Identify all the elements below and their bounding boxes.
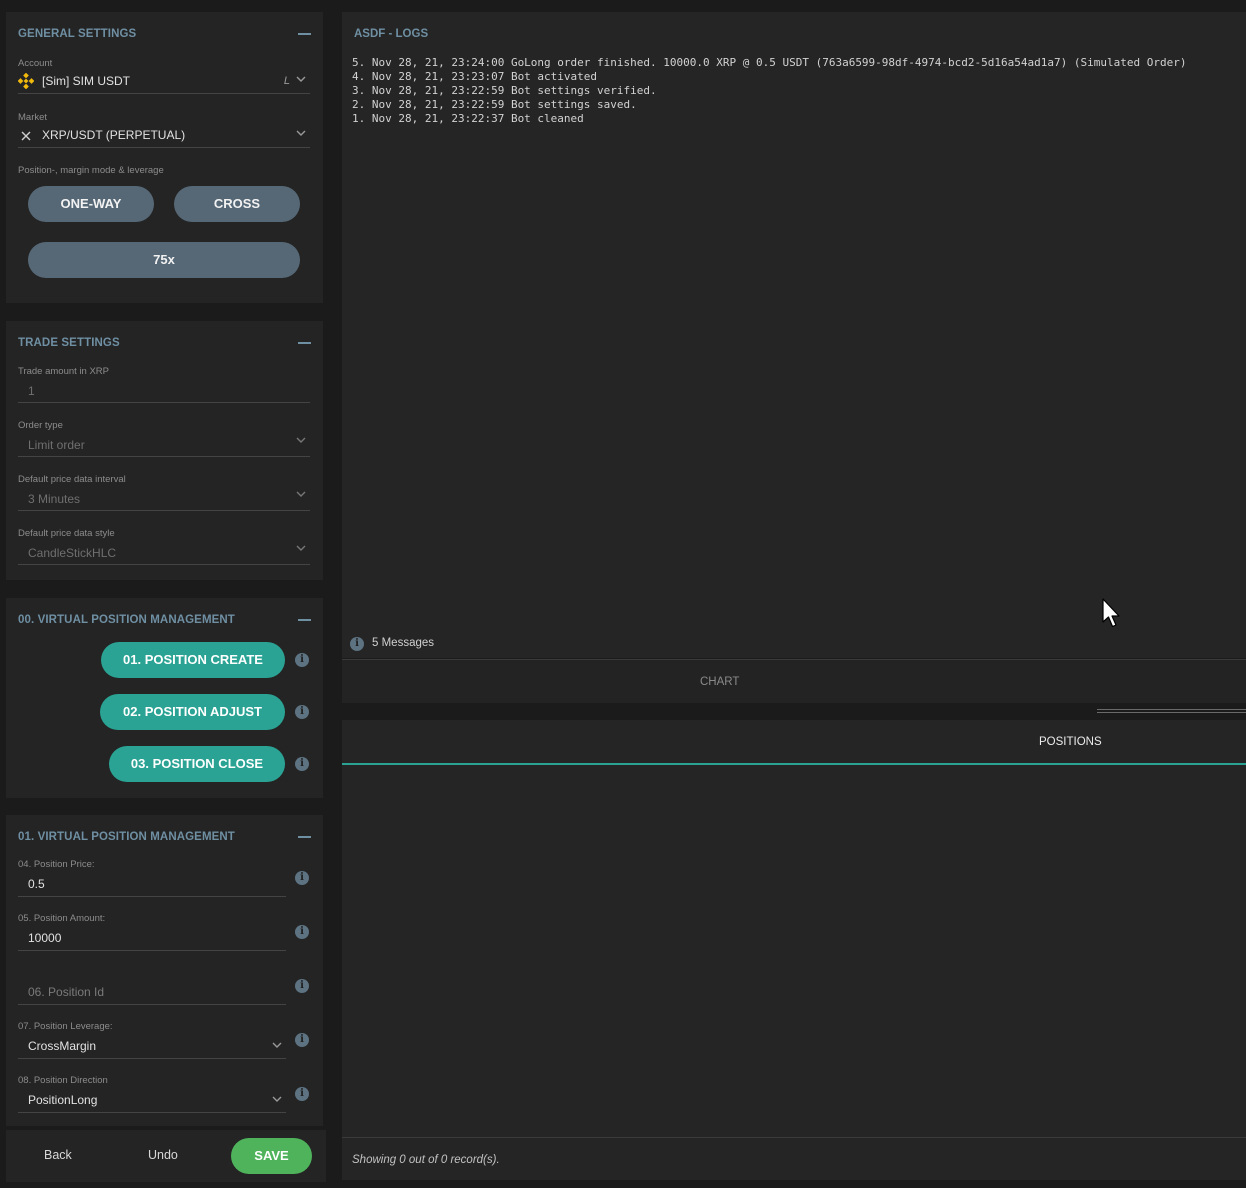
position-direction-label: 08. Position Direction xyxy=(18,1075,108,1086)
info-icon[interactable]: i xyxy=(295,871,309,885)
vpm-00-panel: 00. VIRTUAL POSITION MANAGEMENT 01. POSI… xyxy=(6,598,323,798)
position-direction-value: PositionLong xyxy=(28,1093,98,1107)
minus-icon[interactable] xyxy=(298,342,311,344)
one-way-button[interactable]: ONE-WAY xyxy=(28,186,154,222)
positions-footer: Showing 0 out of 0 record(s). xyxy=(342,1137,1246,1180)
price-style-select[interactable]: Default price data style CandleStickHLC xyxy=(18,528,310,565)
info-icon[interactable]: i xyxy=(295,1087,309,1101)
minus-icon[interactable] xyxy=(298,836,311,838)
position-leverage-value: CrossMargin xyxy=(28,1039,97,1053)
chevron-down-icon[interactable] xyxy=(295,488,307,500)
leverage-button[interactable]: 75x xyxy=(28,242,300,278)
market-label: Market xyxy=(18,112,48,123)
message-count: 5 Messages xyxy=(372,637,435,649)
info-icon: i xyxy=(350,637,364,651)
chart-tab-bar: CHART xyxy=(342,659,1246,703)
position-id-placeholder: 06. Position Id xyxy=(28,985,105,999)
log-line: 5. Nov 28, 21, 23:24:00 GoLong order fin… xyxy=(352,56,1187,69)
binance-logo-icon xyxy=(17,72,35,90)
position-amount-value: 10000 xyxy=(28,931,62,945)
record-count: Showing 0 out of 0 record(s). xyxy=(352,1154,500,1166)
vpm-01-panel: 01. VIRTUAL POSITION MANAGEMENT 04. Posi… xyxy=(6,815,323,1126)
position-price-label: 04. Position Price: xyxy=(18,859,95,870)
position-adjust-button[interactable]: 02. POSITION ADJUST xyxy=(100,694,285,730)
back-button[interactable]: Back xyxy=(44,1148,72,1162)
log-line: 2. Nov 28, 21, 23:22:59 Bot settings sav… xyxy=(352,98,637,111)
order-type-select[interactable]: Order type Limit order xyxy=(18,420,310,457)
order-type-label: Order type xyxy=(18,420,63,431)
chevron-down-icon[interactable] xyxy=(295,542,307,554)
account-select[interactable]: Account [Sim] SIM USDT L xyxy=(17,58,310,94)
tab-chart[interactable]: CHART xyxy=(700,676,739,688)
trade-settings-panel: TRADE SETTINGS Trade amount in XRP 1 Ord… xyxy=(6,321,323,580)
position-id-input[interactable]: 06. Position Id xyxy=(18,967,286,1005)
resize-handle[interactable] xyxy=(1097,709,1246,713)
undo-button[interactable]: Undo xyxy=(148,1148,178,1162)
cross-button[interactable]: CROSS xyxy=(174,186,300,222)
price-interval-value: 3 Minutes xyxy=(28,492,81,506)
general-settings-title: GENERAL SETTINGS xyxy=(18,28,137,40)
market-value: XRP/USDT (PERPETUAL) xyxy=(42,128,186,142)
trade-amount-value: 1 xyxy=(28,384,35,398)
position-amount-label: 05. Position Amount: xyxy=(18,913,106,924)
close-x-icon xyxy=(20,129,32,141)
mouse-pointer-icon xyxy=(1101,598,1121,630)
price-interval-label: Default price data interval xyxy=(18,474,126,485)
save-button[interactable]: SAVE xyxy=(231,1138,312,1174)
position-close-button[interactable]: 03. POSITION CLOSE xyxy=(109,746,285,782)
trade-amount-input[interactable]: Trade amount in XRP 1 xyxy=(18,366,310,403)
positions-panel: POSITIONS Showing 0 out of 0 record(s). xyxy=(342,720,1246,1180)
info-icon[interactable]: i xyxy=(295,979,309,993)
info-icon[interactable]: i xyxy=(295,757,309,771)
action-bar: Back Undo SAVE xyxy=(6,1130,326,1182)
log-line: 1. Nov 28, 21, 23:22:37 Bot cleaned xyxy=(352,112,584,125)
trade-settings-title: TRADE SETTINGS xyxy=(18,337,120,349)
market-select[interactable]: Market XRP/USDT (PERPETUAL) xyxy=(18,112,310,148)
general-settings-panel: GENERAL SETTINGS Account [Sim] SIM USDT … xyxy=(6,12,323,303)
price-interval-select[interactable]: Default price data interval 3 Minutes xyxy=(18,474,310,511)
account-value: [Sim] SIM USDT xyxy=(42,74,131,88)
info-icon[interactable]: i xyxy=(295,1033,309,1047)
tab-positions[interactable]: POSITIONS xyxy=(1039,736,1102,748)
position-leverage-label: 07. Position Leverage: xyxy=(18,1021,113,1032)
position-direction-select[interactable]: 08. Position Direction PositionLong xyxy=(18,1075,286,1113)
chevron-down-icon[interactable] xyxy=(295,434,307,446)
minus-icon[interactable] xyxy=(298,619,311,621)
info-icon[interactable]: i xyxy=(295,653,309,667)
info-icon[interactable]: i xyxy=(295,705,309,719)
position-mode-label: Position-, margin mode & leverage xyxy=(18,165,164,176)
info-icon[interactable]: i xyxy=(295,925,309,939)
price-style-label: Default price data style xyxy=(18,528,115,539)
position-leverage-select[interactable]: 07. Position Leverage: CrossMargin xyxy=(18,1021,286,1059)
log-line: 4. Nov 28, 21, 23:23:07 Bot activated xyxy=(352,70,598,83)
vpm-01-title: 01. VIRTUAL POSITION MANAGEMENT xyxy=(18,831,235,843)
logs-title: ASDF - LOGS xyxy=(354,28,429,40)
chevron-down-icon[interactable] xyxy=(271,1039,283,1051)
position-create-button[interactable]: 01. POSITION CREATE xyxy=(101,642,285,678)
vpm-00-title: 00. VIRTUAL POSITION MANAGEMENT xyxy=(18,614,235,626)
chevron-down-icon[interactable] xyxy=(295,73,307,85)
logs-panel: ASDF - LOGS 5. Nov 28, 21, 23:24:00 GoLo… xyxy=(342,12,1246,658)
minus-icon[interactable] xyxy=(298,33,311,35)
account-label: Account xyxy=(18,58,53,69)
positions-tab-bar: POSITIONS xyxy=(342,720,1246,765)
position-amount-input[interactable]: 05. Position Amount: 10000 xyxy=(18,913,286,951)
account-flag: L xyxy=(283,75,290,87)
log-line: 3. Nov 28, 21, 23:22:59 Bot settings ver… xyxy=(352,84,657,97)
order-type-value: Limit order xyxy=(28,438,85,452)
chevron-down-icon[interactable] xyxy=(271,1093,283,1105)
trade-amount-label: Trade amount in XRP xyxy=(18,366,109,377)
position-price-input[interactable]: 04. Position Price: 0.5 xyxy=(18,859,286,897)
price-style-value: CandleStickHLC xyxy=(28,546,117,560)
chevron-down-icon[interactable] xyxy=(295,127,307,139)
position-price-value: 0.5 xyxy=(28,877,45,891)
